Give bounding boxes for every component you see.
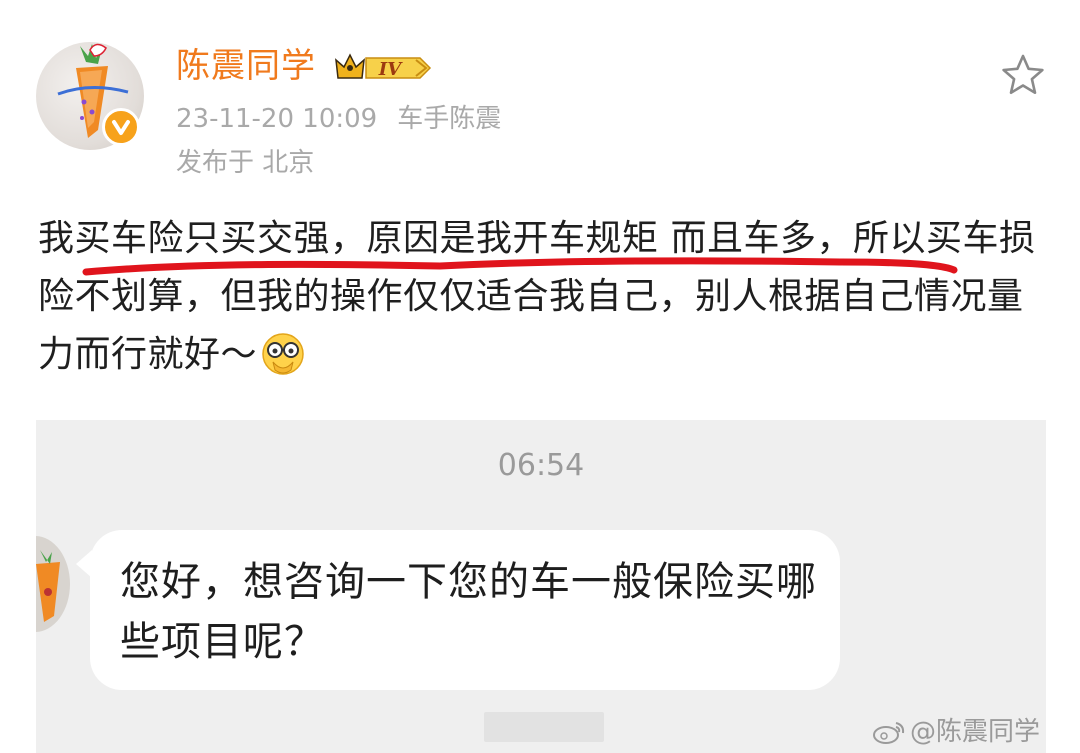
chat-timestamp: 06:54 [497, 448, 585, 483]
redacted-area [484, 712, 604, 742]
post-body: 我买车险只买交强，原因是我开车规矩 而且车多，所以买车损险不划算，但我的操作仅仅… [38, 210, 1048, 384]
chat-screenshot: 06:54 您好，想咨询一下您的车一般保险买哪些项目呢？ @陈震同学 [36, 420, 1046, 753]
post-body-text: 我买车险只买交强，原因是我开车规矩 而且车多，所以买车损险不划算，但我的操作仅仅… [38, 218, 1036, 375]
favorite-button[interactable] [1000, 52, 1046, 98]
chat-message-bubble[interactable]: 您好，想咨询一下您的车一般保险买哪些项目呢？ [90, 530, 840, 690]
level-label: IV [378, 59, 403, 80]
post-date: 23-11-20 10:09 [176, 104, 378, 134]
post-location: 发布于 北京 [176, 148, 315, 178]
post-meta: 23-11-20 10:09 车手陈震 [176, 102, 501, 136]
facepalm-emoji-icon [262, 333, 304, 375]
chat-sender-avatar[interactable] [36, 536, 70, 632]
watermark-text: @陈震同学 [910, 717, 1041, 747]
chat-message-text: 您好，想咨询一下您的车一般保险买哪些项目呢？ [120, 559, 817, 665]
weibo-watermark: @陈震同学 [872, 716, 1040, 748]
weibo-logo-icon [873, 722, 905, 744]
star-outline-icon [1002, 54, 1044, 94]
crown-level-icon[interactable]: IV [334, 50, 434, 86]
weibo-post-page: 陈震同学 IV 23-11-20 10:09 车手陈震 发布于 北京 我买车险只买… [0, 0, 1080, 753]
verified-badge-icon [102, 108, 140, 146]
post-source[interactable]: 车手陈震 [397, 104, 501, 134]
author-username[interactable]: 陈震同学 [176, 44, 316, 88]
